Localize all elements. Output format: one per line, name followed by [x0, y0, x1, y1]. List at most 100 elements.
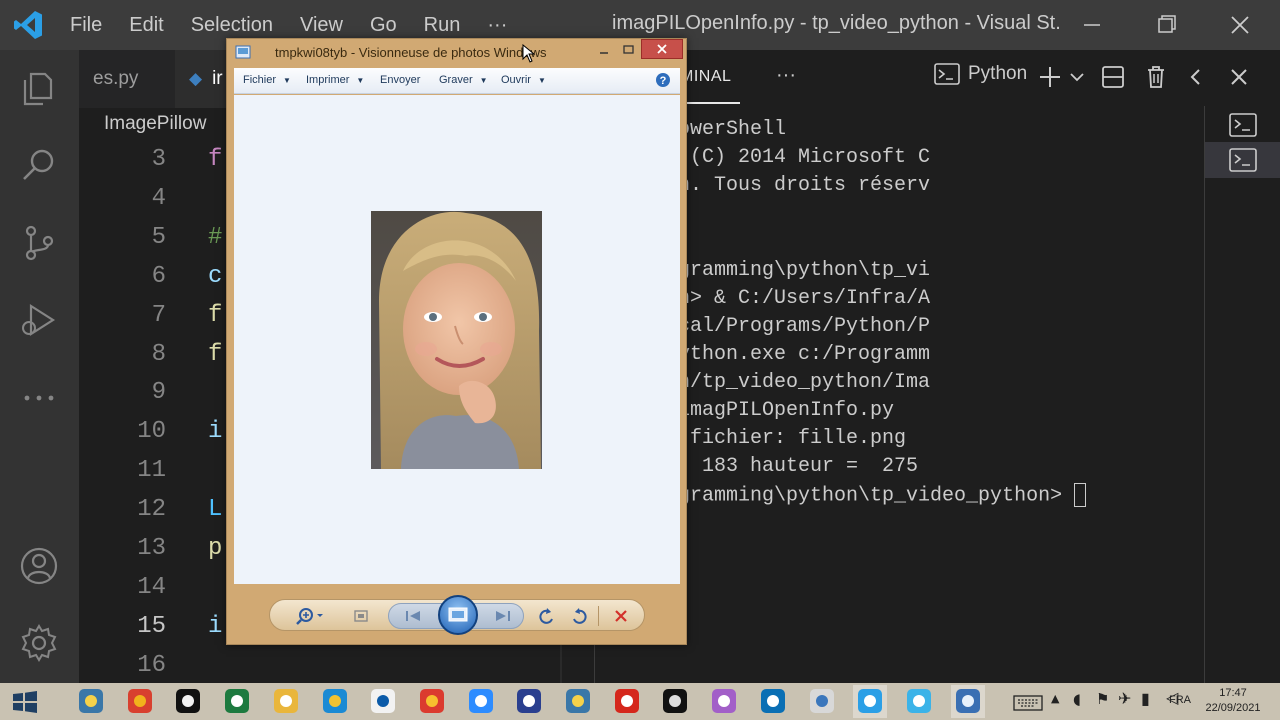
run-debug-icon[interactable] [17, 298, 61, 342]
breadcrumb-folder[interactable]: ImagePillow [104, 113, 206, 135]
photo-viewer-taskbar-icon[interactable] [950, 685, 985, 718]
airplane-icon[interactable]: ✈ [1118, 689, 1131, 708]
slideshow-button[interactable] [438, 595, 478, 635]
terminal-line: :\Programming\python\tp_video_python> [618, 483, 1087, 508]
tab-label: ir [212, 68, 223, 89]
code-line[interactable]: i [208, 418, 222, 445]
terminal-list-item-active[interactable] [1205, 142, 1280, 178]
delete-icon[interactable] [610, 605, 632, 627]
menu-more[interactable]: ··· [487, 14, 507, 37]
show-hidden-icons-icon[interactable]: ▲ [1051, 692, 1059, 705]
close-icon[interactable] [1223, 8, 1257, 42]
python-file-icon: ◆ [189, 69, 203, 88]
new-terminal-plus-icon[interactable] [1038, 62, 1062, 92]
help-icon[interactable]: ? [655, 72, 671, 88]
line-number: 16 [137, 651, 166, 679]
clock-time: 17:47 [1219, 687, 1247, 699]
code-line[interactable]: i [208, 613, 222, 640]
viewer-menu-graver[interactable]: Graver ▼ [439, 74, 488, 86]
split-terminal-icon[interactable] [1100, 62, 1126, 92]
keyboard-icon[interactable] [1013, 695, 1043, 711]
terminal-output[interactable]: ows PowerShell right (C) 2014 Microsoft C… [618, 106, 1204, 683]
code-line[interactable]: f [208, 302, 222, 329]
next-icon[interactable] [490, 605, 516, 627]
acrobat-icon[interactable] [610, 685, 644, 718]
hp-icon[interactable] [366, 685, 400, 718]
menu-selection[interactable]: Selection [191, 14, 273, 37]
photo-viewer-window[interactable]: tmpkwi08tyb - Visionneuse de photos Wind… [226, 38, 687, 645]
media-player-icon[interactable] [171, 685, 205, 718]
paint-app-icon[interactable] [123, 685, 157, 718]
tab-es-py[interactable]: es.py [79, 50, 175, 108]
terminal-icon [1229, 113, 1257, 137]
python-icon[interactable] [561, 685, 595, 718]
viewer-maximize-icon[interactable] [616, 41, 640, 59]
code-line[interactable]: f [208, 341, 222, 368]
code-line[interactable]: c [208, 263, 222, 290]
minimize-icon[interactable] [1075, 8, 1109, 42]
close-panel-icon[interactable] [1226, 62, 1252, 92]
viewer-titlebar[interactable]: tmpkwi08tyb - Visionneuse de photos Wind… [227, 39, 686, 67]
account-icon[interactable] [17, 544, 61, 588]
dropdown-arrow-icon: ▼ [356, 76, 365, 85]
flag-icon[interactable]: ⚑ [1096, 690, 1109, 708]
trash-icon[interactable] [1144, 62, 1168, 92]
menu-file[interactable]: File [70, 14, 102, 37]
viewer-minimize-icon[interactable] [592, 41, 616, 59]
chevron-left-icon[interactable] [1186, 62, 1206, 92]
menu-edit[interactable]: Edit [129, 14, 163, 37]
zoom-icon[interactable] [294, 605, 328, 627]
zoom-icon[interactable] [464, 685, 498, 718]
previous-icon[interactable] [400, 605, 426, 627]
clock[interactable]: 17:47 22/09/2021 [1196, 686, 1270, 716]
python-idle-icon[interactable] [74, 685, 108, 718]
panel-more-button[interactable]: ··· [776, 64, 796, 94]
menu-run[interactable]: Run [424, 14, 461, 37]
excel-icon[interactable] [220, 685, 254, 718]
line-number: 13 [137, 535, 166, 562]
devcpp-icon[interactable] [512, 685, 546, 718]
cmd-icon[interactable] [658, 685, 692, 718]
terminal-shell-selector[interactable]: Python [934, 62, 1027, 86]
viewer-menu-fichier[interactable]: Fichier ▼ [243, 74, 291, 86]
explorer-icon[interactable] [17, 66, 61, 110]
screen-recorder-icon[interactable] [902, 685, 936, 718]
file-explorer-icon[interactable] [269, 685, 303, 718]
source-control-icon[interactable] [17, 221, 61, 265]
line-number: 11 [137, 457, 166, 485]
code-line[interactable]: # [208, 224, 222, 251]
vscode-taskbar-icon[interactable] [853, 685, 888, 718]
viewer-menu-envoyer[interactable]: Envoyer [380, 74, 420, 86]
actual-size-icon[interactable] [350, 605, 372, 627]
paint-brush-icon[interactable] [805, 685, 839, 718]
vscode-logo-icon[interactable] [12, 9, 44, 41]
line-number: 6 [151, 262, 166, 290]
tab-terminal[interactable]: MINAL [680, 68, 731, 86]
settings-gear-icon[interactable] [17, 621, 61, 665]
windows-start-icon[interactable] [12, 690, 38, 714]
battery-icon[interactable]: ▮ [1141, 689, 1150, 708]
internet-explorer-icon[interactable] [318, 685, 352, 718]
search-icon[interactable] [17, 143, 61, 187]
viewer-close-button[interactable] [641, 39, 683, 59]
terminal-list [1204, 106, 1280, 683]
line-number: 15 [137, 612, 166, 640]
language-indicator[interactable]: FRA [1169, 694, 1191, 706]
network-icon[interactable]: ◖ [1073, 690, 1081, 708]
chrome-icon[interactable] [415, 685, 449, 718]
chevron-down-icon[interactable] [1067, 62, 1087, 92]
terminal-list-item[interactable] [1205, 107, 1280, 143]
code-line[interactable]: L [208, 496, 222, 523]
menu-view[interactable]: View [300, 14, 343, 37]
viewer-menu-ouvrir[interactable]: Ouvrir ▼ [501, 74, 546, 86]
menu-go[interactable]: Go [370, 14, 397, 37]
viewer-menu-imprimer[interactable]: Imprimer ▼ [306, 74, 364, 86]
more-views-icon[interactable] [17, 376, 61, 420]
mendeley-icon[interactable] [756, 685, 790, 718]
code-line[interactable]: f [208, 146, 222, 173]
rotate-right-icon[interactable] [568, 605, 590, 627]
restore-icon[interactable] [1150, 8, 1184, 42]
code-line[interactable]: p [208, 535, 222, 562]
rotate-left-icon[interactable] [536, 605, 558, 627]
onenote-icon[interactable] [707, 685, 741, 718]
